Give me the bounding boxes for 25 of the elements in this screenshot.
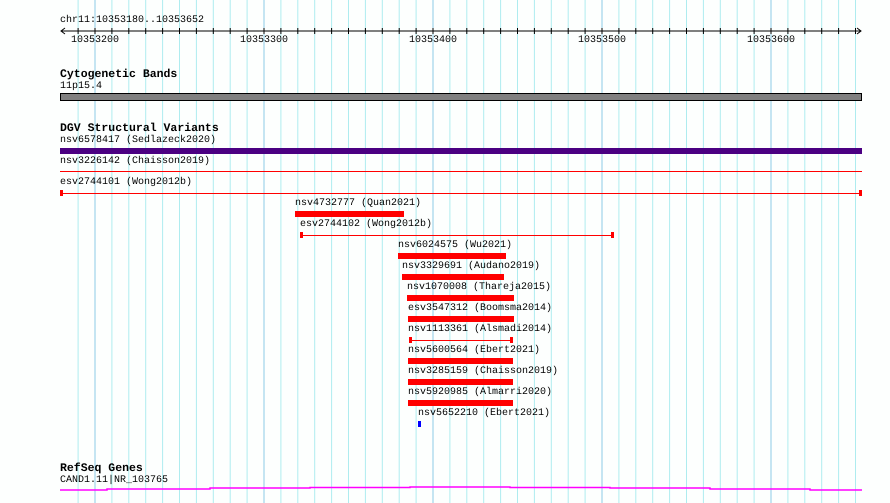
variant-label: nsv3226142 (Chaisson2019) <box>60 156 210 167</box>
variant-label: nsv5600564 (Ebert2021) <box>408 345 540 356</box>
ruler-tick-label: 10353200 <box>71 35 119 46</box>
ruler-tick-label: 10353400 <box>409 35 457 46</box>
variant-label: nsv5652210 (Ebert2021) <box>418 408 550 419</box>
location-label: chr11:10353180..10353652 <box>60 15 206 27</box>
gene-label: CAND1.11|NR_103765 <box>60 475 170 486</box>
variant-label: nsv5920985 (Almarri2020) <box>408 387 552 398</box>
variant-label: nsv6578417 (Sedlazeck2020) <box>60 135 216 146</box>
band-label: 11p15.4 <box>60 81 104 92</box>
track-title: DGV Structural Variants <box>60 122 220 135</box>
variant-label: esv2744101 (Wong2012b) <box>60 177 192 188</box>
variant-label: nsv3285159 (Chaisson2019) <box>408 366 558 377</box>
track-title: RefSeq Genes <box>60 462 143 475</box>
ruler-tick-label: 10353600 <box>747 35 795 46</box>
variant-label: esv3547312 (Boomsma2014) <box>408 303 552 314</box>
variant-label: nsv1113361 (Alsmadi2014) <box>408 324 552 335</box>
ruler-tick-label: 10353300 <box>240 35 288 46</box>
variant-label: nsv3329691 (Audano2019) <box>402 261 540 272</box>
variant-label: nsv6024575 (Wu2021) <box>398 240 512 251</box>
variant-label: nsv1070008 (Thareja2015) <box>407 282 552 293</box>
ruler-tick-label: 10353500 <box>578 35 626 46</box>
variant-label: esv2744102 (Wong2012b) <box>300 219 432 230</box>
variant-label: nsv4732777 (Quan2021) <box>295 198 422 209</box>
track-title: Cytogenetic Bands <box>60 68 178 81</box>
